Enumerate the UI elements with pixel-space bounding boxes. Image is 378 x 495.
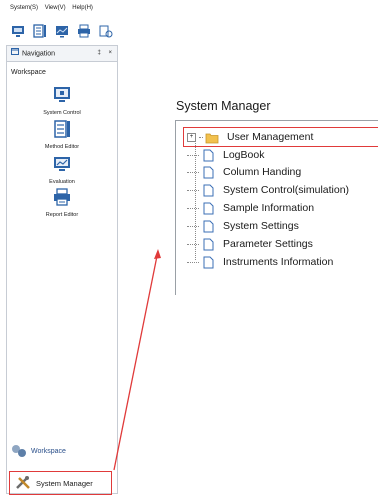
- system-manager-tab[interactable]: System Manager: [9, 471, 112, 495]
- evaluation-icon: [56, 26, 68, 38]
- monitor-icon: [54, 87, 70, 102]
- navigation-panel-header: Navigation ‡ ×: [7, 46, 117, 62]
- document-icon: [203, 238, 214, 250]
- tree-item-column-handing[interactable]: Column Handing: [187, 163, 301, 181]
- tree-item-label: Parameter Settings: [223, 238, 313, 250]
- workspace-tab-label: Workspace: [31, 447, 66, 455]
- nav-item-report-editor[interactable]: Report Editor: [7, 187, 117, 218]
- method-editor-toolbar-button[interactable]: [32, 23, 48, 39]
- tree-item-system-settings[interactable]: System Settings: [187, 217, 299, 235]
- sample-table-icon: [99, 25, 113, 38]
- nav-item-label: Evaluation: [49, 179, 75, 185]
- close-icon[interactable]: ×: [108, 50, 112, 56]
- tree-item-user-management[interactable]: + User Management: [187, 128, 313, 146]
- tree-item-label: System Settings: [223, 220, 299, 232]
- document-icon: [203, 256, 214, 268]
- tree-item-instruments-information[interactable]: Instruments Information: [187, 253, 333, 271]
- system-control-toolbar-button[interactable]: [10, 23, 26, 39]
- document-icon: [203, 184, 214, 196]
- document-icon: [203, 166, 214, 178]
- workspace-icon: [12, 445, 26, 457]
- tools-icon: [16, 476, 30, 489]
- document-icon: [203, 202, 214, 214]
- nav-item-evaluation[interactable]: Evaluation: [7, 154, 117, 185]
- printer-icon: [78, 24, 90, 38]
- nav-item-label: Report Editor: [45, 212, 79, 218]
- menu-system[interactable]: System(S): [10, 5, 38, 11]
- monitor-icon: [12, 26, 24, 37]
- tree-item-label: LogBook: [223, 149, 265, 161]
- pin-icon[interactable]: ‡: [97, 50, 100, 56]
- tree-item-parameter-settings[interactable]: Parameter Settings: [187, 235, 313, 253]
- folder-icon: [205, 133, 219, 143]
- tree-item-system-control-simulation[interactable]: System Control(simulation): [187, 181, 349, 199]
- tree-item-sample-information[interactable]: Sample Information: [187, 199, 314, 217]
- menu-help[interactable]: Help(H): [72, 5, 93, 11]
- more-toolbar-button[interactable]: [98, 23, 114, 39]
- menu-view[interactable]: View(V): [45, 5, 66, 11]
- menu-bar: System(S) View(V) Help(H): [0, 0, 120, 16]
- method-editor-icon: [33, 24, 46, 38]
- report-editor-toolbar-button[interactable]: [76, 23, 92, 39]
- tree-item-label: System Control(simulation): [223, 184, 350, 196]
- evaluation-icon: [54, 157, 70, 171]
- toolbar: [10, 22, 114, 40]
- method-editor-icon: [54, 120, 70, 138]
- printer-icon: [54, 188, 70, 206]
- document-icon: [203, 149, 214, 161]
- nav-item-label: System Control: [43, 110, 81, 116]
- expand-icon[interactable]: +: [187, 132, 196, 142]
- tree-item-label: Column Handing: [223, 166, 302, 178]
- nav-item-system-control[interactable]: System Control: [7, 85, 117, 116]
- tree-item-logbook[interactable]: LogBook: [187, 146, 264, 164]
- system-manager-tab-label: System Manager: [36, 478, 93, 488]
- navigation-title: Navigation: [22, 50, 56, 58]
- evaluation-toolbar-button[interactable]: [54, 23, 70, 39]
- tree-item-label: Sample Information: [223, 202, 315, 214]
- navigation-panel: Navigation ‡ × Workspace System Control …: [6, 45, 118, 495]
- nav-item-method-editor[interactable]: Method Editor: [7, 119, 117, 150]
- system-manager-title: System Manager: [176, 99, 271, 113]
- nav-item-label: Method Editor: [44, 144, 80, 150]
- workspace-label: Workspace: [11, 69, 46, 76]
- navigation-icon: [11, 46, 19, 61]
- tree-item-label: Instruments Information: [223, 256, 334, 268]
- tree-item-label: User Management: [227, 131, 314, 143]
- document-icon: [203, 220, 214, 232]
- workspace-tab[interactable]: Workspace: [11, 444, 66, 458]
